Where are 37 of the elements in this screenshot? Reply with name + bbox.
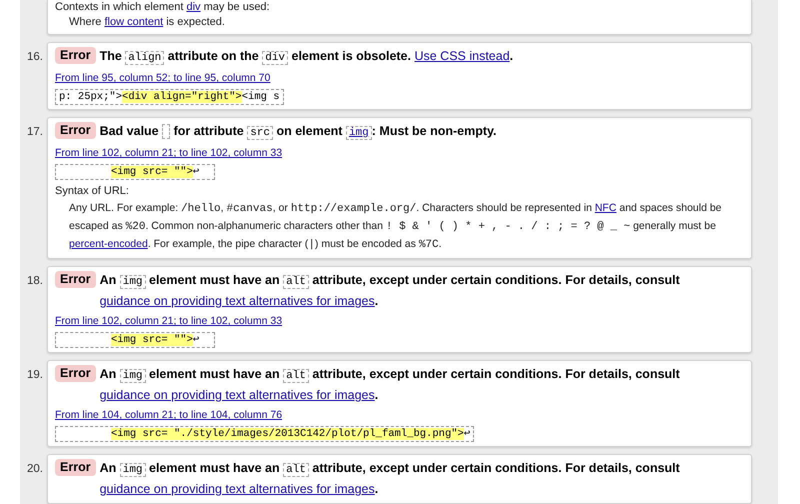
item-number: 17. bbox=[26, 125, 43, 140]
message-text: An img element must have an alt attribute, except under certain conditions. For details, consult guidance on providing text alternatives for images. bbox=[100, 366, 681, 404]
location-link[interactable]: From line 104, column 21; to line 104, column 76 bbox=[55, 407, 282, 423]
location-link[interactable]: From line 95, column 52; to line 95, column 70 bbox=[55, 70, 270, 86]
message-text: The align attribute on the div element is obsolete. Use CSS instead. bbox=[100, 48, 514, 67]
code-link[interactable]: img bbox=[346, 126, 372, 140]
details-text: Any URL. For example: /hello, #canvas, or http://example.org/. Characters should be represented in NFC and spaces should be escaped as %20. Common non-alphanumeric characters other than ! $ & ' ( ) * + , - . / : ; = ? @ _ ~ generally must be percent-encoded. For example, the pipe character (|) must be encoded as %7C. bbox=[69, 201, 723, 253]
context-text: Where flow content is expected. bbox=[68, 15, 226, 30]
details-heading: Syntax of URL: bbox=[55, 184, 130, 199]
code-extract: p: 25px;"><div align="right"><img s bbox=[55, 89, 284, 105]
location-link[interactable]: From line 102, column 21; to line 102, column 33 bbox=[55, 313, 282, 329]
text-link[interactable]: guidance on providing text alternatives for images bbox=[100, 482, 375, 496]
text-link[interactable]: NFC bbox=[594, 202, 616, 214]
item-number: 16. bbox=[26, 50, 43, 65]
error-badge: Error bbox=[55, 47, 96, 64]
text-link[interactable]: flow content bbox=[104, 16, 164, 28]
message-text: Bad value for attribute src on element img : Must be non-empty. bbox=[100, 123, 497, 142]
error-badge: Error bbox=[55, 459, 96, 476]
code-extract: <img src= "./style/images/2013C142/plot/pl_faml_bg.png">↩ bbox=[55, 426, 474, 442]
text-link[interactable]: guidance on providing text alternatives for images bbox=[100, 294, 375, 308]
text-link[interactable]: div bbox=[186, 1, 201, 13]
message-text: An img element must have an alt attribute, except under certain conditions. For details, consult guidance on providing text alternatives for images. bbox=[100, 460, 681, 498]
text-link[interactable]: guidance on providing text alternatives for images bbox=[100, 388, 375, 402]
code-extract: <img src= "">↩ bbox=[55, 332, 215, 348]
text-link[interactable]: Use CSS instead bbox=[414, 49, 510, 63]
empty-value-box bbox=[162, 124, 170, 140]
text-link[interactable]: percent-encoded bbox=[69, 238, 148, 250]
location-link[interactable]: From line 102, column 21; to line 102, column 33 bbox=[55, 145, 282, 161]
error-badge: Error bbox=[55, 122, 96, 139]
error-badge: Error bbox=[55, 365, 96, 382]
item-number: 20. bbox=[26, 462, 43, 477]
code-extract: <img src= "">↩ bbox=[55, 164, 215, 180]
item-number: 19. bbox=[26, 368, 43, 383]
item-number: 18. bbox=[26, 274, 43, 289]
context-text: Contexts in which element div may be used: bbox=[55, 0, 271, 15]
message-text: An img element must have an alt attribute, except under certain conditions. For details, consult guidance on providing text alternatives for images. bbox=[100, 272, 681, 310]
error-badge: Error bbox=[55, 271, 96, 288]
